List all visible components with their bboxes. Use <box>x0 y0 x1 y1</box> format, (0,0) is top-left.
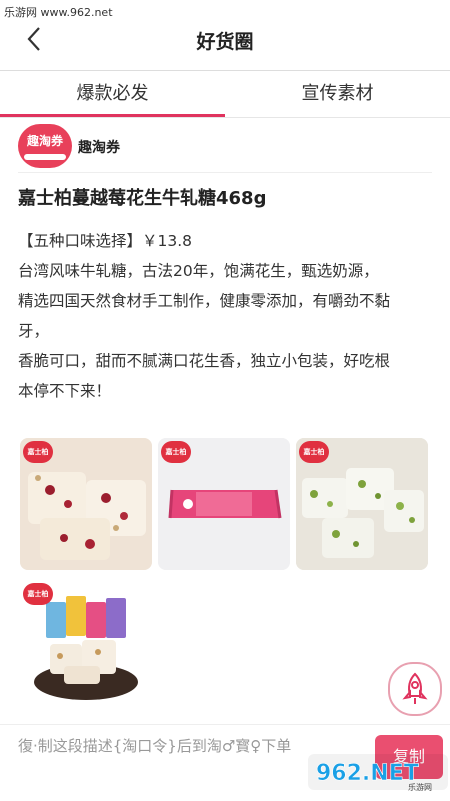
product-title: 嘉士柏蔓越莓花生牛轧糖468g <box>18 188 267 209</box>
avatar[interactable]: 趣淘券 <box>18 124 72 168</box>
desc-line: 牙， <box>18 322 50 340</box>
tab-hot[interactable]: 爆款必发 <box>0 71 225 117</box>
product-image-2[interactable]: 嘉士柏 <box>158 438 290 570</box>
rocket-icon <box>402 672 428 704</box>
site-logo: 962.NET 乐游网 <box>308 754 448 792</box>
desc-line: 台湾风味牛轧糖，古法20年，饱满花生，甄选奶源， <box>18 262 379 280</box>
product-image-1[interactable]: 嘉士柏 <box>20 438 152 570</box>
brand-badge: 嘉士柏 <box>23 583 53 605</box>
desc-line: 香脆可口，甜而不腻满口花生香，独立小包装，好吃根 <box>18 352 391 370</box>
avatar-stripe <box>24 154 66 160</box>
watermark-bottom: 962.NET 乐游网 <box>308 750 448 794</box>
scroll-top-button[interactable] <box>388 662 442 716</box>
desc-line: 精选四国天然食材手工制作，健康零添加，有嚼劲不黏 <box>18 292 391 310</box>
avatar-label: 趣淘券 <box>26 134 63 148</box>
brand-badge: 嘉士柏 <box>299 441 329 463</box>
tab-promo[interactable]: 宣传素材 <box>225 71 450 117</box>
author-name[interactable]: 趣淘券 <box>78 137 120 157</box>
product-image-4[interactable]: 嘉士柏 <box>20 580 152 712</box>
divider <box>18 172 432 173</box>
desc-line: 本停不下来！ <box>18 382 112 400</box>
navbar: 好货圈 <box>0 0 450 70</box>
brand-badge: 嘉士柏 <box>23 441 53 463</box>
svg-text:乐游网: 乐游网 <box>408 782 432 792</box>
page-title: 好货圈 <box>196 31 254 53</box>
product-image-3[interactable]: 嘉士柏 <box>296 438 428 570</box>
active-tab-indicator <box>0 114 225 117</box>
svg-text:962.NET: 962.NET <box>316 761 419 786</box>
desc-line: 【五种口味选择】￥13.8 <box>18 232 193 250</box>
tab-bar: 爆款必发 宣传素材 <box>0 70 450 118</box>
copy-hint-text: 復·制这段描述{淘口令}后到淘♂寳♀下单 <box>18 737 292 755</box>
product-description: 【五种口味选择】￥13.8 台湾风味牛轧糖，古法20年，饱满花生，甄选奶源， 精… <box>18 226 436 406</box>
brand-badge: 嘉士柏 <box>161 441 191 463</box>
